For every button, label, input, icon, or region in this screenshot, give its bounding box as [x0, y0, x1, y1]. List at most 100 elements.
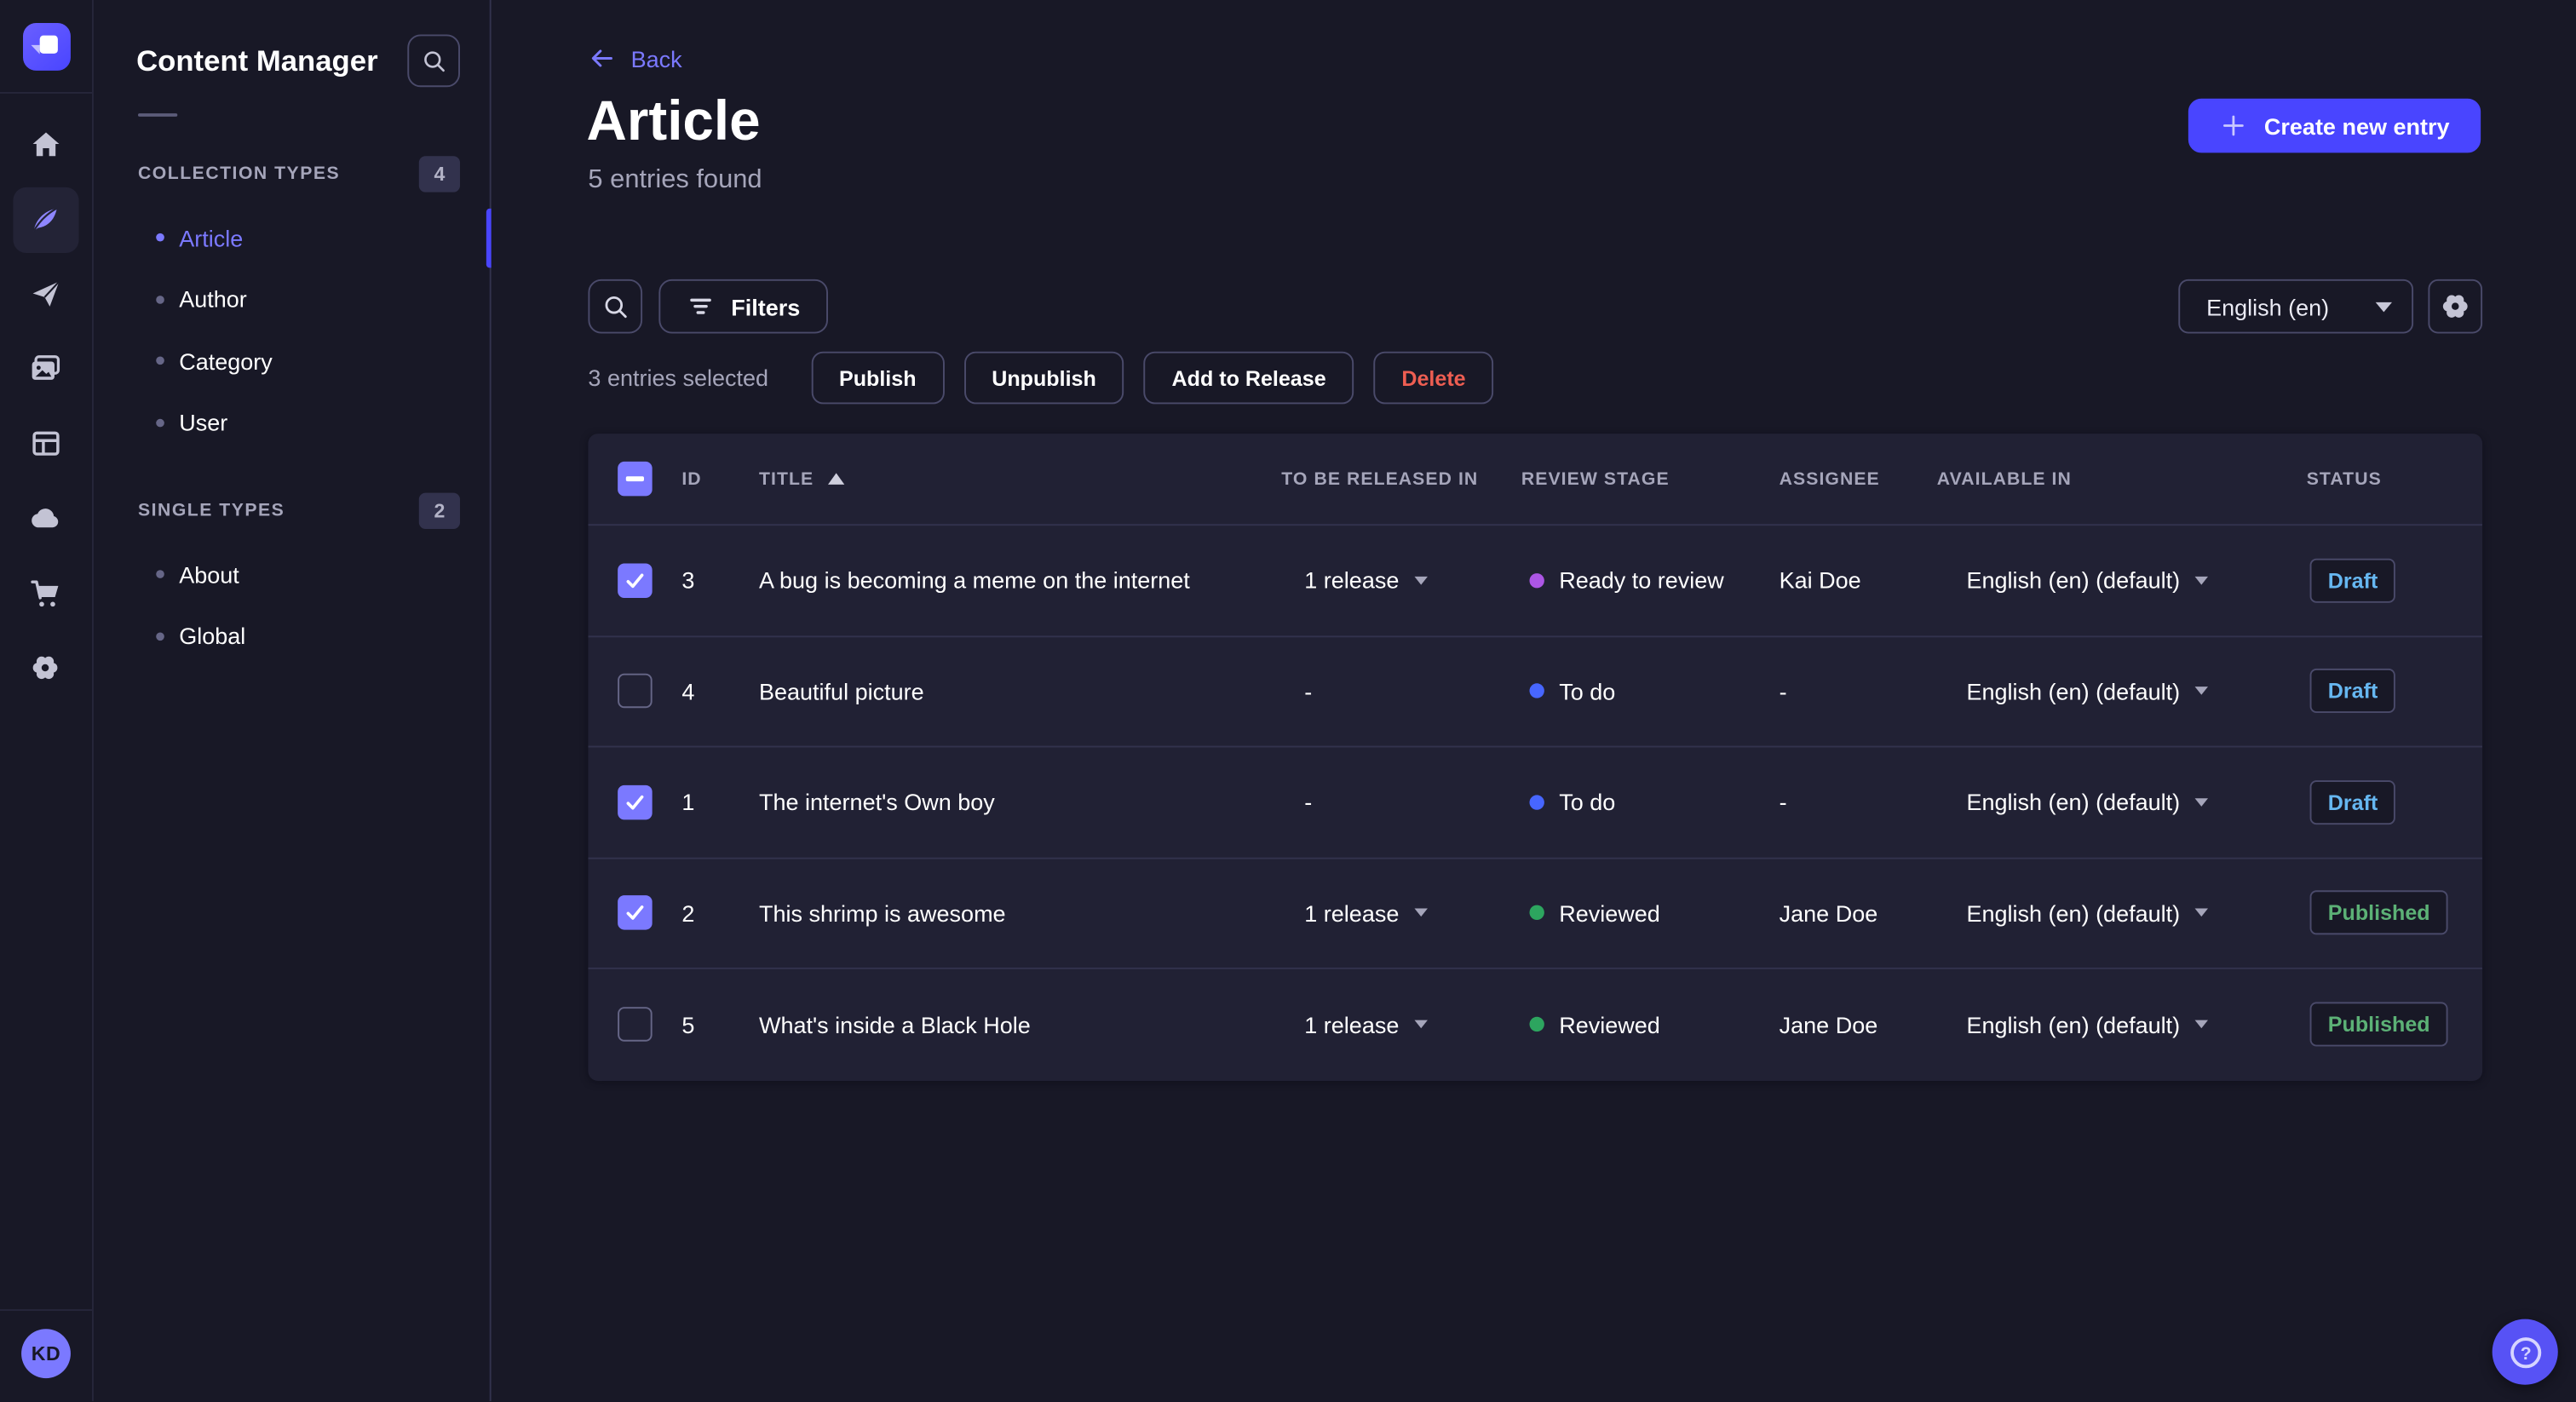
status-badge: Published	[2309, 1002, 2448, 1047]
table-search-button[interactable]	[588, 279, 643, 334]
cell-title: What's inside a Black Hole	[758, 1011, 1031, 1038]
sidebar-search-button[interactable]	[407, 34, 460, 88]
select-all-checkbox[interactable]	[618, 461, 653, 497]
sidebar-item-author[interactable]: Author	[95, 268, 490, 330]
nav-item-gear[interactable]	[12, 635, 78, 700]
home-icon	[29, 128, 62, 161]
nav-item-feather[interactable]	[12, 186, 78, 253]
cell-release[interactable]: 1 release	[1281, 567, 1521, 594]
arrow-left-icon	[588, 44, 616, 72]
sidebar-section: SINGLE TYPES 2 About Global	[95, 492, 490, 667]
nav-item-home[interactable]	[12, 112, 78, 177]
cell-available-in[interactable]: English (en) (default)	[1937, 567, 2307, 594]
stage-dot-icon	[1529, 905, 1544, 921]
cell-available-in[interactable]: English (en) (default)	[1937, 899, 2307, 926]
sidebar-item-about[interactable]: About	[95, 543, 490, 605]
filters-button[interactable]: Filters	[658, 279, 829, 334]
cell-available-in[interactable]: English (en) (default)	[1937, 1012, 2307, 1037]
stage-dot-icon	[1529, 1017, 1544, 1032]
help-button[interactable]: ?	[2492, 1319, 2558, 1385]
cell-review-stage: Reviewed	[1521, 1012, 1780, 1037]
nav-item-cloud[interactable]	[12, 486, 78, 551]
entries-count: 5 entries found	[588, 165, 762, 194]
cell-available-in[interactable]: English (en) (default)	[1937, 678, 2307, 704]
table-row[interactable]: 2 This shrimp is awesome 1 release Reviewed…	[588, 859, 2483, 969]
sidebar-item-global[interactable]: Global	[95, 606, 490, 667]
nav-item-cart[interactable]	[12, 560, 78, 626]
row-checkbox[interactable]	[618, 1007, 653, 1043]
table-row[interactable]: 3 A bug is becoming a meme on the interne…	[588, 526, 2483, 637]
table-row[interactable]: 5 What's inside a Black Hole 1 release Revi…	[588, 969, 2482, 1080]
cell-release[interactable]: 1 release	[1281, 1012, 1521, 1037]
cell-title: This shrimp is awesome	[758, 899, 1006, 927]
chevron-down-icon	[2194, 908, 2208, 917]
chevron-down-icon	[2375, 301, 2392, 312]
delete-button[interactable]: Delete	[1373, 351, 1494, 405]
sidebar-item-label: About	[179, 561, 239, 588]
view-settings-button[interactable]	[2428, 279, 2483, 334]
cell-release[interactable]: 1 release	[1281, 899, 1521, 926]
column-header-id: ID	[681, 468, 702, 489]
row-checkbox[interactable]	[618, 674, 653, 709]
sidebar-item-user[interactable]: User	[95, 392, 490, 453]
bullet-icon	[156, 570, 164, 579]
section-count-badge: 2	[418, 492, 460, 529]
chevron-down-icon	[1413, 1020, 1428, 1029]
table-row[interactable]: 4 Beautiful picture - To do - English (en) (d…	[588, 636, 2483, 748]
strapi-logo-icon	[31, 35, 58, 55]
strapi-logo[interactable]	[22, 22, 71, 71]
chevron-down-icon	[2194, 797, 2208, 807]
gear-icon	[28, 651, 62, 686]
status-badge: Draft	[2309, 558, 2396, 603]
avatar[interactable]: KD	[21, 1329, 71, 1379]
unpublish-button[interactable]: Unpublish	[963, 351, 1124, 405]
cell-id: 3	[681, 566, 695, 594]
sidebar-item-article[interactable]: Article	[95, 207, 492, 268]
section-label: SINGLE TYPES	[137, 501, 285, 521]
page-title: Article	[586, 90, 761, 153]
publish-button[interactable]: Publish	[811, 351, 945, 405]
row-checkbox[interactable]	[618, 563, 653, 598]
entries-table: ID TITLE TO BE RELEASED IN REVIEW STAGE …	[588, 434, 2483, 1081]
row-checkbox[interactable]	[618, 784, 653, 819]
column-header-title[interactable]: TITLE	[759, 469, 1281, 489]
cell-id: 4	[681, 678, 695, 704]
paper-plane-icon	[29, 278, 62, 311]
cell-id: 1	[681, 789, 695, 816]
gear-icon	[2438, 289, 2473, 324]
cell-assignee: -	[1779, 789, 1787, 816]
cell-available-in[interactable]: English (en) (default)	[1937, 789, 2307, 815]
locale-select[interactable]: English (en)	[2178, 279, 2414, 334]
nav-item-paper-plane[interactable]	[12, 261, 78, 327]
column-header-release: TO BE RELEASED IN	[1281, 468, 1479, 489]
stage-dot-icon	[1529, 794, 1544, 810]
back-link[interactable]: Back	[588, 44, 682, 72]
nav-item-layout[interactable]	[12, 411, 78, 476]
bullet-icon	[156, 418, 164, 427]
sidebar-section: COLLECTION TYPES 4 Article Author Category Us…	[95, 156, 492, 453]
cell-review-stage: To do	[1521, 678, 1780, 704]
locale-value: English (en)	[2206, 293, 2330, 320]
create-new-entry-button[interactable]: Create new entry	[2188, 98, 2481, 153]
nav-item-media-gallery[interactable]	[12, 336, 78, 401]
row-checkbox[interactable]	[618, 895, 653, 931]
question-mark-icon: ?	[2506, 1333, 2544, 1370]
column-header-available-in: AVAILABLE IN	[1936, 468, 2072, 489]
cell-title: The internet's Own boy	[758, 789, 995, 816]
search-icon	[420, 47, 448, 75]
table-row[interactable]: 1 The internet's Own boy - To do - English (e…	[588, 747, 2483, 859]
sidebar-item-label: Author	[179, 286, 247, 313]
column-header-review-stage: REVIEW STAGE	[1521, 468, 1670, 489]
sidebar-item-category[interactable]: Category	[95, 330, 490, 392]
stage-dot-icon	[1529, 683, 1544, 699]
add-to-release-button[interactable]: Add to Release	[1143, 351, 1354, 405]
toolbar: Filters English (en)	[588, 279, 2483, 334]
chevron-down-icon	[2194, 687, 2208, 696]
status-badge: Draft	[2309, 669, 2396, 714]
bullet-icon	[156, 295, 164, 304]
cell-release: -	[1304, 789, 1313, 816]
media-gallery-icon	[28, 352, 62, 386]
sidebar-item-label: User	[179, 409, 228, 436]
main-content: Back Article 5 entries found Create new …	[492, 0, 2576, 1402]
sidebar-item-label: Global	[179, 623, 246, 650]
